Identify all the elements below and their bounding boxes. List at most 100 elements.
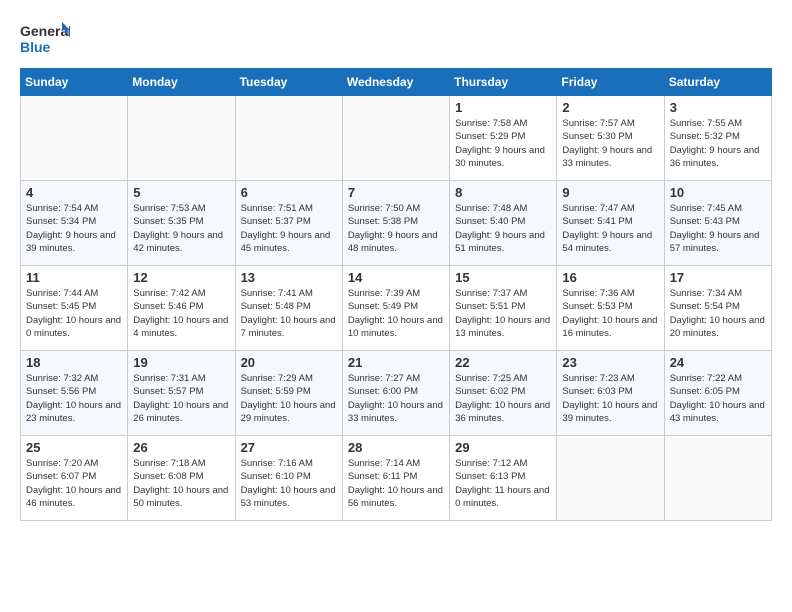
cell-info: Sunrise: 7:45 AMSunset: 5:43 PMDaylight:… [670,202,766,255]
day-number: 15 [455,270,551,285]
day-number: 18 [26,355,122,370]
day-number: 9 [562,185,658,200]
cell-info: Sunrise: 7:36 AMSunset: 5:53 PMDaylight:… [562,287,658,340]
weekday-header: Friday [557,69,664,96]
calendar-cell: 18 Sunrise: 7:32 AMSunset: 5:56 PMDayligh… [21,351,128,436]
calendar-cell: 8 Sunrise: 7:48 AMSunset: 5:40 PMDaylight… [450,181,557,266]
day-number: 19 [133,355,229,370]
cell-info: Sunrise: 7:29 AMSunset: 5:59 PMDaylight:… [241,372,337,425]
cell-info: Sunrise: 7:57 AMSunset: 5:30 PMDaylight:… [562,117,658,170]
cell-info: Sunrise: 7:25 AMSunset: 6:02 PMDaylight:… [455,372,551,425]
calendar-cell: 24 Sunrise: 7:22 AMSunset: 6:05 PMDayligh… [664,351,771,436]
calendar-cell: 6Sunrise: 7:51 AMSunset: 5:37 PMDaylight… [235,181,342,266]
cell-info: Sunrise: 7:58 AMSunset: 5:29 PMDaylight:… [455,117,551,170]
calendar-cell [128,96,235,181]
calendar-cell: 4Sunrise: 7:54 AMSunset: 5:34 PMDaylight… [21,181,128,266]
cell-info: Sunrise: 7:41 AMSunset: 5:48 PMDaylight:… [241,287,337,340]
calendar-cell: 2 Sunrise: 7:57 AMSunset: 5:30 PMDaylight… [557,96,664,181]
day-number: 24 [670,355,766,370]
cell-info: Sunrise: 7:34 AMSunset: 5:54 PMDaylight:… [670,287,766,340]
calendar-cell: 27 Sunrise: 7:16 AMSunset: 6:10 PMDayligh… [235,436,342,521]
calendar-cell: 22Sunrise: 7:25 AMSunset: 6:02 PMDayligh… [450,351,557,436]
day-number: 8 [455,185,551,200]
cell-info: Sunrise: 7:39 AMSunset: 5:49 PMDaylight:… [348,287,444,340]
calendar-week-row: 18 Sunrise: 7:32 AMSunset: 5:56 PMDayligh… [21,351,772,436]
calendar-cell: 3 Sunrise: 7:55 AMSunset: 5:32 PMDaylight… [664,96,771,181]
calendar-cell: 11 Sunrise: 7:44 AMSunset: 5:45 PMDayligh… [21,266,128,351]
day-number: 5 [133,185,229,200]
cell-info: Sunrise: 7:53 AMSunset: 5:35 PMDaylight:… [133,202,229,255]
weekday-header: Sunday [21,69,128,96]
day-number: 28 [348,440,444,455]
weekday-header: Saturday [664,69,771,96]
calendar-cell: 21Sunrise: 7:27 AMSunset: 6:00 PMDayligh… [342,351,449,436]
cell-info: Sunrise: 7:14 AMSunset: 6:11 PMDaylight:… [348,457,444,510]
calendar-cell [235,96,342,181]
calendar-cell: 16 Sunrise: 7:36 AMSunset: 5:53 PMDayligh… [557,266,664,351]
day-number: 12 [133,270,229,285]
cell-info: Sunrise: 7:48 AMSunset: 5:40 PMDaylight:… [455,202,551,255]
svg-text:Blue: Blue [20,39,51,55]
calendar-cell [342,96,449,181]
calendar-cell: 13 Sunrise: 7:41 AMSunset: 5:48 PMDayligh… [235,266,342,351]
calendar-cell: 29Sunrise: 7:12 AMSunset: 6:13 PMDayligh… [450,436,557,521]
cell-info: Sunrise: 7:22 AMSunset: 6:05 PMDaylight:… [670,372,766,425]
cell-info: Sunrise: 7:16 AMSunset: 6:10 PMDaylight:… [241,457,337,510]
calendar-cell: 1 Sunrise: 7:58 AMSunset: 5:29 PMDaylight… [450,96,557,181]
calendar-cell: 9Sunrise: 7:47 AMSunset: 5:41 PMDaylight… [557,181,664,266]
calendar-cell: 20 Sunrise: 7:29 AMSunset: 5:59 PMDayligh… [235,351,342,436]
cell-info: Sunrise: 7:20 AMSunset: 6:07 PMDaylight:… [26,457,122,510]
weekday-header: Wednesday [342,69,449,96]
cell-info: Sunrise: 7:50 AMSunset: 5:38 PMDaylight:… [348,202,444,255]
calendar-cell: 25 Sunrise: 7:20 AMSunset: 6:07 PMDayligh… [21,436,128,521]
day-number: 25 [26,440,122,455]
cell-info: Sunrise: 7:54 AMSunset: 5:34 PMDaylight:… [26,202,122,255]
calendar-cell [557,436,664,521]
day-number: 20 [241,355,337,370]
cell-info: Sunrise: 7:27 AMSunset: 6:00 PMDaylight:… [348,372,444,425]
calendar-cell [21,96,128,181]
day-number: 13 [241,270,337,285]
cell-info: Sunrise: 7:32 AMSunset: 5:56 PMDaylight:… [26,372,122,425]
day-number: 17 [670,270,766,285]
logo: General Blue [20,20,70,58]
calendar-cell: 15 Sunrise: 7:37 AMSunset: 5:51 PMDayligh… [450,266,557,351]
cell-info: Sunrise: 7:31 AMSunset: 5:57 PMDaylight:… [133,372,229,425]
day-number: 14 [348,270,444,285]
weekday-header-row: SundayMondayTuesdayWednesdayThursdayFrid… [21,69,772,96]
cell-info: Sunrise: 7:51 AMSunset: 5:37 PMDaylight:… [241,202,337,255]
calendar-cell: 19 Sunrise: 7:31 AMSunset: 5:57 PMDayligh… [128,351,235,436]
weekday-header: Thursday [450,69,557,96]
calendar-week-row: 11 Sunrise: 7:44 AMSunset: 5:45 PMDayligh… [21,266,772,351]
calendar-cell: 28 Sunrise: 7:14 AMSunset: 6:11 PMDayligh… [342,436,449,521]
calendar-cell: 23Sunrise: 7:23 AMSunset: 6:03 PMDayligh… [557,351,664,436]
calendar-week-row: 1 Sunrise: 7:58 AMSunset: 5:29 PMDaylight… [21,96,772,181]
cell-info: Sunrise: 7:18 AMSunset: 6:08 PMDaylight:… [133,457,229,510]
cell-info: Sunrise: 7:55 AMSunset: 5:32 PMDaylight:… [670,117,766,170]
day-number: 26 [133,440,229,455]
weekday-header: Monday [128,69,235,96]
cell-info: Sunrise: 7:23 AMSunset: 6:03 PMDaylight:… [562,372,658,425]
day-number: 16 [562,270,658,285]
calendar-cell: 7 Sunrise: 7:50 AMSunset: 5:38 PMDaylight… [342,181,449,266]
cell-info: Sunrise: 7:37 AMSunset: 5:51 PMDaylight:… [455,287,551,340]
calendar-week-row: 25 Sunrise: 7:20 AMSunset: 6:07 PMDayligh… [21,436,772,521]
day-number: 7 [348,185,444,200]
calendar-cell: 5 Sunrise: 7:53 AMSunset: 5:35 PMDaylight… [128,181,235,266]
day-number: 2 [562,100,658,115]
day-number: 1 [455,100,551,115]
calendar-cell: 10 Sunrise: 7:45 AMSunset: 5:43 PMDayligh… [664,181,771,266]
calendar-cell: 26 Sunrise: 7:18 AMSunset: 6:08 PMDayligh… [128,436,235,521]
day-number: 29 [455,440,551,455]
page-header: General Blue [20,20,772,58]
day-number: 11 [26,270,122,285]
calendar-table: SundayMondayTuesdayWednesdayThursdayFrid… [20,68,772,521]
calendar-cell [664,436,771,521]
calendar-week-row: 4Sunrise: 7:54 AMSunset: 5:34 PMDaylight… [21,181,772,266]
weekday-header: Tuesday [235,69,342,96]
day-number: 27 [241,440,337,455]
day-number: 10 [670,185,766,200]
day-number: 3 [670,100,766,115]
cell-info: Sunrise: 7:44 AMSunset: 5:45 PMDaylight:… [26,287,122,340]
logo-svg: General Blue [20,20,70,58]
